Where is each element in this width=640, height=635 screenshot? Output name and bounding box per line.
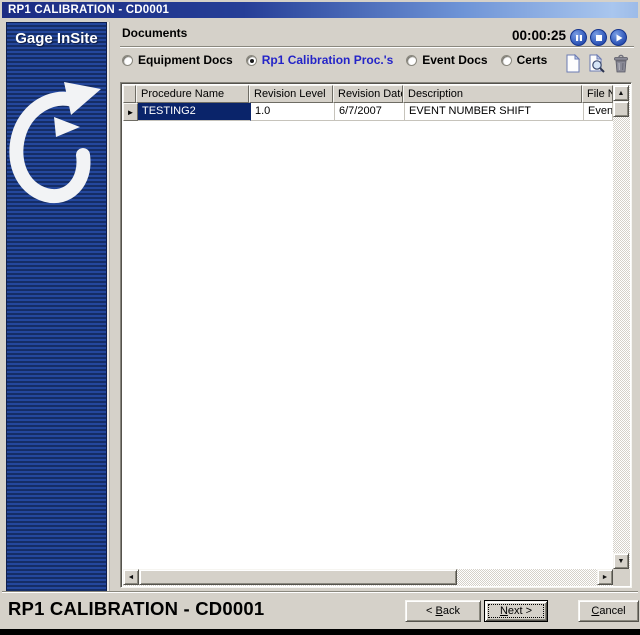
document-toolbar	[564, 54, 630, 74]
column-header-revision-date[interactable]: Revision Date	[333, 85, 403, 103]
chevron-down-icon: ▼	[618, 558, 625, 565]
radio-rp1-calibration-procs[interactable]: Rp1 Calibration Proc.'s	[246, 53, 394, 67]
table-row[interactable]: ► TESTING2 1.0 6/7/2007 EVENT NUMBER SHI…	[123, 103, 613, 121]
bottom-black-strip	[0, 629, 640, 635]
preview-document-icon	[588, 54, 606, 73]
radio-event-docs[interactable]: Event Docs	[406, 53, 487, 67]
scroll-up-button[interactable]: ▲	[613, 85, 629, 101]
stop-icon	[595, 34, 603, 42]
column-header-description[interactable]: Description	[403, 85, 582, 103]
radio-certs[interactable]: Certs	[501, 53, 548, 67]
play-button[interactable]	[610, 29, 627, 46]
pause-button[interactable]	[570, 29, 587, 46]
scroll-right-button[interactable]: ►	[597, 569, 613, 585]
elapsed-timer: 00:00:25	[462, 28, 566, 43]
row-pointer-icon: ►	[123, 103, 138, 121]
chevron-up-icon: ▲	[618, 90, 625, 97]
wizard-title: RP1 CALIBRATION - CD0001	[8, 598, 264, 620]
window-title: RP1 CALIBRATION - CD0001	[2, 4, 169, 16]
scroll-down-button[interactable]: ▼	[613, 553, 629, 569]
header-divider	[120, 46, 634, 47]
radio-circle-icon	[246, 55, 257, 66]
documents-grid: Procedure Name Revision Level Revision D…	[120, 82, 632, 588]
radio-circle-icon	[406, 55, 417, 66]
panel-title: Documents	[122, 26, 187, 40]
column-header-revision-level[interactable]: Revision Level	[249, 85, 333, 103]
delete-icon	[613, 54, 629, 73]
new-document-button[interactable]	[564, 54, 582, 74]
brand-logo-text: Gage InSite	[7, 30, 106, 47]
pause-icon	[575, 34, 583, 42]
grid-header-row: Procedure Name Revision Level Revision D…	[123, 85, 613, 103]
cell-revision-level[interactable]: 1.0	[251, 103, 335, 121]
column-header-procedure-name[interactable]: Procedure Name	[136, 85, 249, 103]
footer-divider	[2, 591, 638, 592]
preview-document-button[interactable]	[588, 54, 606, 74]
radio-equipment-docs[interactable]: Equipment Docs	[122, 53, 233, 67]
cell-revision-date[interactable]: 6/7/2007	[335, 103, 405, 121]
horizontal-scrollbar[interactable]: ◄ ►	[123, 569, 613, 586]
row-selector-header	[123, 85, 136, 103]
horizontal-scroll-thumb[interactable]	[139, 569, 457, 585]
document-type-filters: Equipment Docs Rp1 Calibration Proc.'s E…	[122, 52, 547, 68]
chevron-left-icon: ◄	[128, 574, 135, 581]
cell-procedure-name[interactable]: TESTING2	[138, 103, 251, 121]
cancel-button[interactable]: Cancel	[578, 600, 639, 622]
next-button[interactable]: Next >	[484, 600, 548, 622]
column-header-file-name[interactable]: File Name	[582, 85, 613, 103]
grid-body: Procedure Name Revision Level Revision D…	[123, 85, 613, 569]
scrollbar-corner	[613, 569, 630, 586]
vertical-scroll-thumb[interactable]	[613, 101, 629, 117]
timer-media-controls	[570, 29, 627, 46]
stop-button[interactable]	[590, 29, 607, 46]
swoosh-arrow-icon	[7, 57, 106, 225]
scroll-left-button[interactable]: ◄	[123, 569, 139, 585]
window-title-bar[interactable]: RP1 CALIBRATION - CD0001	[2, 2, 638, 18]
delete-button[interactable]	[612, 54, 630, 74]
new-document-icon	[565, 54, 581, 73]
play-icon	[615, 34, 623, 42]
sidebar: Gage InSite	[6, 22, 107, 592]
radio-circle-icon	[501, 55, 512, 66]
chevron-right-icon: ►	[602, 574, 609, 581]
vertical-scrollbar[interactable]: ▲ ▼	[613, 85, 630, 569]
back-button[interactable]: < Back	[405, 600, 481, 622]
cell-description[interactable]: EVENT NUMBER SHIFT	[405, 103, 584, 121]
cell-file-name[interactable]: Event N	[584, 103, 613, 121]
radio-circle-icon	[122, 55, 133, 66]
